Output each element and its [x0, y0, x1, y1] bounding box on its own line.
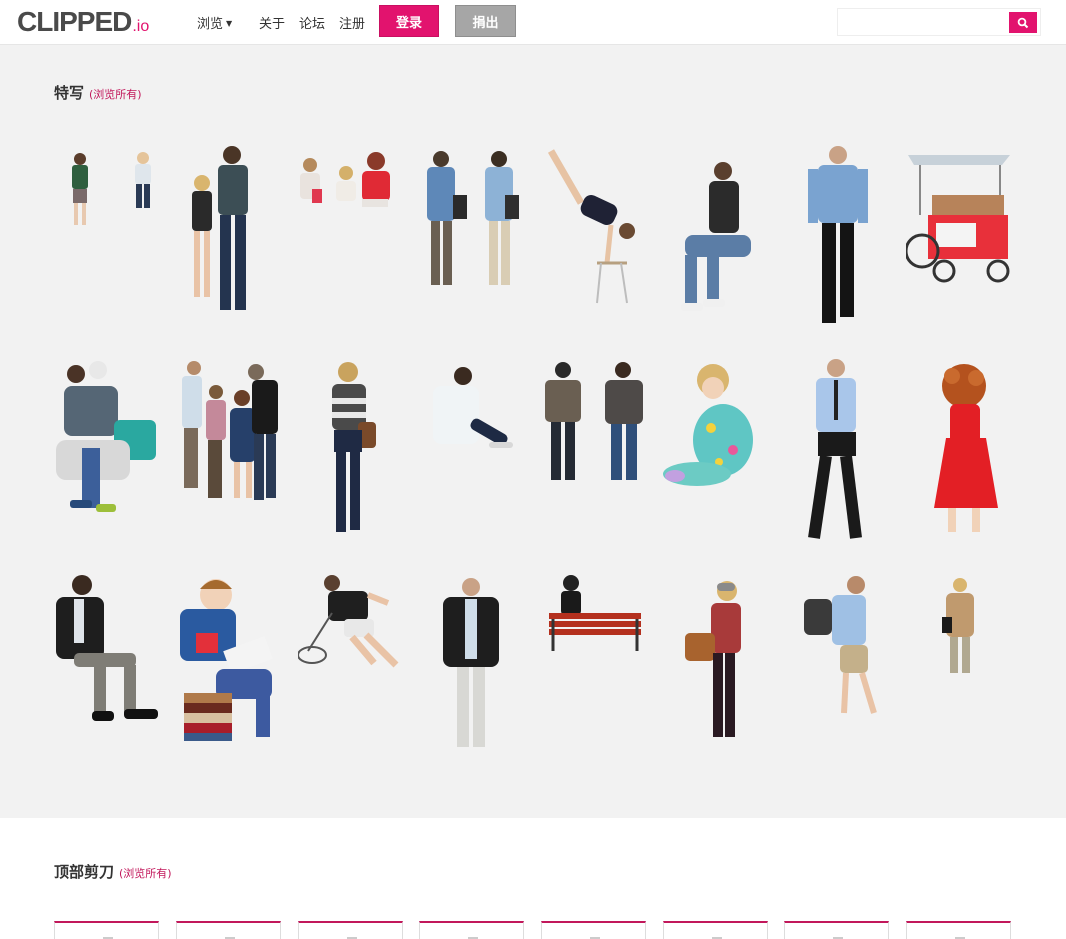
- caret-down-icon: ▼: [226, 19, 233, 28]
- donate-button[interactable]: 捐出: [455, 5, 516, 37]
- search-input[interactable]: [838, 9, 1008, 35]
- login-button[interactable]: 登录: [379, 5, 439, 37]
- top-header: CLIPPED.io 浏览 ▼ 关于 论坛 注册 登录 捐出: [0, 0, 1066, 45]
- cutout-person-bench[interactable]: [541, 573, 653, 763]
- cutout-image: [56, 575, 158, 721]
- cutout-image: [180, 579, 273, 741]
- cutout-man-backpack[interactable]: [784, 573, 896, 763]
- cutout-two-children[interactable]: [54, 143, 166, 333]
- cutout-man-sitting[interactable]: [54, 573, 166, 763]
- cutout-image: [808, 146, 868, 323]
- cutout-image: [192, 146, 248, 310]
- cutout-image: [56, 361, 156, 512]
- search-box: [837, 8, 1041, 36]
- cutout-tennis-player[interactable]: [298, 573, 410, 763]
- top-clippers-title: 顶部剪刀: [54, 863, 115, 881]
- cutout-boy-reading[interactable]: [176, 573, 288, 763]
- cutout-mother-child[interactable]: [54, 358, 166, 548]
- cutout-image: [934, 364, 998, 532]
- clipper-card[interactable]: [54, 921, 159, 939]
- cutout-image: [685, 581, 741, 737]
- cutout-image: [298, 575, 399, 668]
- cutout-image: [545, 362, 643, 480]
- nav-browse[interactable]: 浏览 ▼: [197, 13, 232, 32]
- nav-register[interactable]: 注册: [339, 13, 365, 32]
- featured-heading: 特写 (浏览所有): [54, 82, 142, 103]
- nav-browse-label[interactable]: 浏览: [197, 17, 223, 32]
- cutout-woman-handbag[interactable]: [298, 358, 410, 548]
- cutout-woman-crouching[interactable]: [663, 143, 775, 333]
- search-button[interactable]: [1009, 12, 1037, 33]
- cutout-image: [427, 151, 519, 285]
- cutout-image: [906, 155, 1010, 283]
- nav-about[interactable]: 关于: [259, 13, 285, 32]
- clipper-card[interactable]: [541, 921, 646, 939]
- featured-title: 特写: [54, 84, 85, 102]
- cutout-image: [549, 575, 641, 651]
- cutout-image: [942, 578, 974, 673]
- clipper-card[interactable]: [419, 921, 524, 939]
- clipped-logo[interactable]: CLIPPED.io: [17, 6, 149, 38]
- search-icon: [1017, 17, 1029, 28]
- cutout-image: [433, 367, 513, 448]
- cutout-two-men-bags[interactable]: [419, 143, 531, 333]
- clipper-card[interactable]: [784, 921, 889, 939]
- cutout-man-sitting-ground[interactable]: [419, 358, 531, 548]
- cutout-image: [804, 576, 877, 714]
- cutout-girl-red-dress[interactable]: [906, 358, 1018, 548]
- clipper-card[interactable]: [176, 921, 281, 939]
- cutout-man-phone[interactable]: [784, 358, 896, 548]
- clipper-card[interactable]: [906, 921, 1011, 939]
- clipper-card[interactable]: [298, 921, 403, 939]
- cutout-image: [663, 364, 753, 486]
- cutout-group-talking[interactable]: [176, 358, 288, 548]
- cutout-vending-cart[interactable]: [906, 143, 1018, 333]
- cutout-woman-trench[interactable]: [906, 573, 1018, 763]
- cutout-image: [182, 361, 278, 500]
- cutout-image: [808, 359, 862, 539]
- cutout-image: [681, 162, 751, 311]
- cutout-man-blazer[interactable]: [419, 573, 531, 763]
- logo-suffix[interactable]: .io: [132, 18, 149, 35]
- cutout-couple-walking[interactable]: [176, 143, 288, 333]
- cutout-two-men-standing[interactable]: [541, 358, 653, 548]
- top-clippers-browse-all-link[interactable]: (浏览所有): [119, 867, 172, 880]
- featured-browse-all-link[interactable]: (浏览所有): [89, 88, 142, 101]
- top-clippers-section: 顶部剪刀 (浏览所有): [0, 818, 1066, 939]
- logo-text[interactable]: CLIPPED: [17, 6, 132, 37]
- cutout-image: [443, 578, 499, 747]
- cutout-image: [332, 362, 376, 532]
- cutout-image: [72, 152, 151, 225]
- cutout-girl-floral-dress[interactable]: [663, 358, 775, 548]
- cutout-man-blue-shirt[interactable]: [784, 143, 896, 333]
- cutout-image: [547, 149, 635, 304]
- clipper-card[interactable]: [663, 921, 768, 939]
- cutout-three-girls[interactable]: [298, 143, 410, 333]
- cutout-image: [300, 152, 390, 207]
- cutout-gymnast[interactable]: [541, 143, 653, 333]
- top-clippers-heading: 顶部剪刀 (浏览所有): [54, 861, 172, 882]
- featured-section: 特写 (浏览所有): [0, 45, 1066, 818]
- cutout-woman-brown-bag[interactable]: [663, 573, 775, 763]
- nav-forum[interactable]: 论坛: [299, 13, 325, 32]
